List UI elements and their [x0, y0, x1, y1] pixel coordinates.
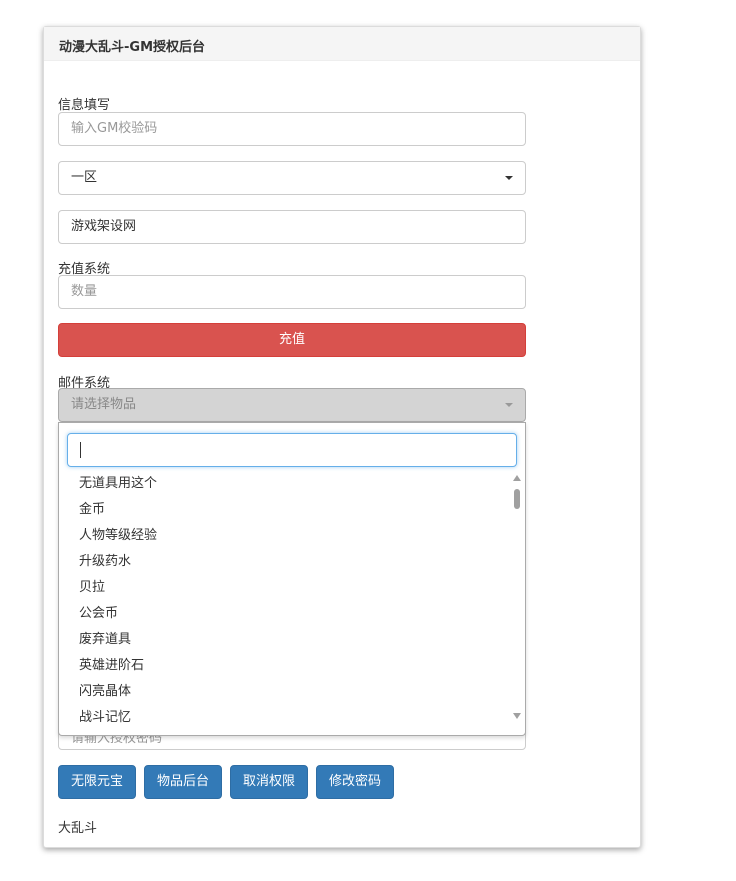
- dropdown-list[interactable]: 无道具用这个 金币 人物等级经验 升级药水 贝拉 公会币 废弃道具 英雄进阶石 …: [59, 471, 509, 729]
- item-select-placeholder: 请选择物品: [71, 397, 137, 412]
- panel-title: 动漫大乱斗-GM授权后台: [44, 27, 640, 61]
- dropdown-item[interactable]: 闪亮晶体: [59, 679, 509, 705]
- account-input[interactable]: 游戏架设网: [58, 210, 526, 244]
- scroll-up-arrow-icon[interactable]: [513, 475, 521, 481]
- item-select[interactable]: 请选择物品: [58, 388, 526, 422]
- chevron-down-icon: [505, 403, 513, 407]
- unlimited-gems-button[interactable]: 无限元宝: [58, 765, 137, 799]
- revoke-permission-button[interactable]: 取消权限: [230, 765, 309, 799]
- dropdown-item[interactable]: 无道具用这个: [59, 471, 509, 497]
- footer-text: 大乱斗: [58, 821, 98, 836]
- item-dropdown: 无道具用这个 金币 人物等级经验 升级药水 贝拉 公会币 废弃道具 英雄进阶石 …: [58, 422, 526, 736]
- gm-code-input[interactable]: 输入GM校验码: [58, 112, 526, 146]
- dropdown-item[interactable]: 人物等级经验: [59, 523, 509, 549]
- items-backend-button[interactable]: 物品后台: [144, 765, 223, 799]
- text-cursor: [80, 442, 81, 458]
- recharge-button[interactable]: 充值: [58, 323, 526, 357]
- chevron-down-icon: [505, 176, 513, 180]
- server-select-value: 一区: [71, 170, 98, 185]
- scrollbar-thumb[interactable]: [514, 489, 520, 509]
- dropdown-item[interactable]: 公会币: [59, 601, 509, 627]
- dropdown-item[interactable]: 废弃道具: [59, 627, 509, 653]
- scroll-down-arrow-icon[interactable]: [513, 713, 521, 719]
- dropdown-item[interactable]: 英雄进阶石: [59, 653, 509, 679]
- info-section-label: 信息填写: [58, 98, 111, 113]
- dropdown-scrollbar[interactable]: [511, 473, 523, 727]
- dropdown-item[interactable]: 升级药水: [59, 549, 509, 575]
- dropdown-item[interactable]: 战斗记忆: [59, 705, 509, 729]
- dropdown-search-input[interactable]: [67, 433, 517, 467]
- dropdown-item[interactable]: 金币: [59, 497, 509, 523]
- dropdown-item[interactable]: 贝拉: [59, 575, 509, 601]
- amount-input[interactable]: 数量: [58, 275, 526, 309]
- change-password-button[interactable]: 修改密码: [316, 765, 395, 799]
- server-select[interactable]: 一区: [58, 161, 526, 195]
